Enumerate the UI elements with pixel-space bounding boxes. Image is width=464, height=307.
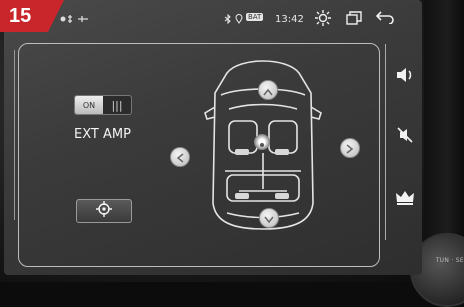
arrow-left-button[interactable] — [170, 147, 190, 167]
center-position-button[interactable] — [76, 199, 132, 223]
ext-amp-label: EXT AMP — [74, 127, 131, 142]
volume-icon — [396, 67, 414, 87]
left-nav-edge — [4, 50, 15, 220]
step-number: 15 — [9, 5, 32, 27]
listening-point-icon — [259, 133, 265, 152]
battery-icon: BAT — [246, 13, 264, 21]
arrow-right-button[interactable] — [340, 138, 360, 158]
usb-icon — [60, 14, 90, 27]
mute-button[interactable] — [394, 126, 416, 148]
window-icon[interactable] — [346, 11, 362, 28]
back-icon[interactable] — [375, 10, 394, 27]
arrow-up-button[interactable] — [258, 80, 278, 100]
arrow-right-icon — [346, 139, 354, 158]
bluetooth-icon — [224, 13, 232, 27]
crown-button[interactable] — [394, 189, 416, 211]
status-bar: BAT 13:42 — [4, 0, 422, 36]
arrow-down-icon — [264, 209, 274, 228]
ext-amp-toggle[interactable]: ON ||| — [74, 95, 132, 115]
toggle-on-label: ON — [75, 96, 103, 114]
clock-time: 13:42 — [275, 14, 304, 25]
arrow-left-icon — [176, 148, 184, 167]
brightness-icon[interactable] — [314, 9, 332, 30]
location-icon — [235, 14, 243, 27]
toggle-grip: ||| — [111, 98, 123, 112]
right-toolbar — [385, 44, 422, 240]
volume-button[interactable] — [394, 66, 416, 88]
arrow-up-icon — [263, 81, 273, 100]
crown-icon — [395, 190, 415, 210]
crosshair-icon — [96, 201, 112, 221]
listening-point-button[interactable] — [254, 134, 270, 150]
arrow-down-button[interactable] — [259, 208, 279, 228]
mute-icon — [396, 126, 414, 148]
head-unit-screen: BAT 13:42 ON ||| EXT AMP — [4, 0, 422, 275]
knob-label: TUN · SE — [435, 257, 464, 264]
